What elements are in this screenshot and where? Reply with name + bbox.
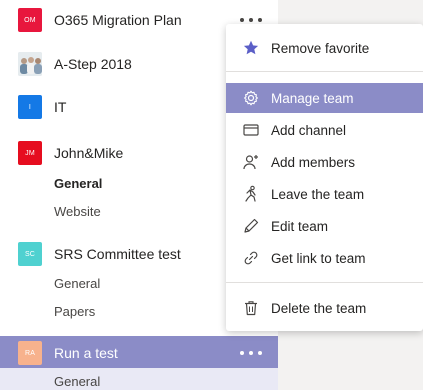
team-name: John&Mike bbox=[54, 145, 124, 161]
channel-item-general[interactable]: General bbox=[54, 374, 100, 389]
team-avatar: I bbox=[18, 95, 42, 119]
gear-icon bbox=[244, 90, 258, 106]
team-photo-avatar bbox=[18, 52, 42, 76]
menu-item-delete-the-team[interactable]: Delete the team bbox=[226, 293, 423, 323]
add-person-icon bbox=[243, 155, 258, 170]
team-avatar: RA bbox=[18, 341, 42, 365]
channel-item-general[interactable]: General bbox=[54, 176, 102, 191]
channel-item-papers[interactable]: Papers bbox=[54, 304, 95, 319]
pencil-icon bbox=[244, 218, 259, 233]
menu-item-remove-favorite[interactable]: Remove favorite bbox=[226, 33, 423, 63]
more-options-icon[interactable] bbox=[240, 345, 262, 361]
menu-item-leave-the-team[interactable]: Leave the team bbox=[226, 179, 423, 209]
link-icon bbox=[244, 251, 258, 265]
team-context-menu: Remove favorite Manage team Add channel … bbox=[226, 24, 423, 331]
menu-item-label: Edit team bbox=[271, 218, 329, 234]
leave-icon bbox=[245, 185, 256, 202]
channel-item-general[interactable]: General bbox=[54, 276, 100, 291]
channel-highlight bbox=[0, 368, 278, 390]
menu-item-label: Leave the team bbox=[271, 186, 365, 202]
team-avatar: SC bbox=[18, 242, 42, 266]
channel-icon bbox=[243, 124, 259, 136]
team-avatar: OM bbox=[18, 8, 42, 32]
menu-divider bbox=[226, 71, 423, 72]
menu-item-label: Delete the team bbox=[271, 300, 367, 316]
team-name: SRS Committee test bbox=[54, 246, 181, 262]
menu-item-label: Get link to team bbox=[271, 250, 366, 266]
channel-item-website[interactable]: Website bbox=[54, 204, 101, 219]
team-name: O365 Migration Plan bbox=[54, 12, 182, 28]
menu-item-label: Add channel bbox=[271, 122, 347, 138]
team-name: A-Step 2018 bbox=[54, 56, 132, 72]
menu-item-add-channel[interactable]: Add channel bbox=[226, 115, 423, 145]
menu-item-manage-team[interactable]: Manage team bbox=[226, 83, 423, 113]
menu-divider bbox=[226, 282, 423, 283]
trash-icon bbox=[245, 301, 257, 316]
menu-item-label: Remove favorite bbox=[271, 40, 370, 56]
menu-item-add-members[interactable]: Add members bbox=[226, 147, 423, 177]
menu-item-label: Manage team bbox=[271, 90, 354, 106]
team-name: Run a test bbox=[54, 345, 118, 361]
star-icon bbox=[243, 40, 259, 55]
menu-item-edit-team[interactable]: Edit team bbox=[226, 211, 423, 241]
menu-item-label: Add members bbox=[271, 154, 356, 170]
team-name: IT bbox=[54, 99, 67, 115]
menu-item-get-link-to-team[interactable]: Get link to team bbox=[226, 243, 423, 273]
team-avatar: JM bbox=[18, 141, 42, 165]
team-row-run-a-test[interactable]: RA Run a test bbox=[0, 336, 278, 370]
